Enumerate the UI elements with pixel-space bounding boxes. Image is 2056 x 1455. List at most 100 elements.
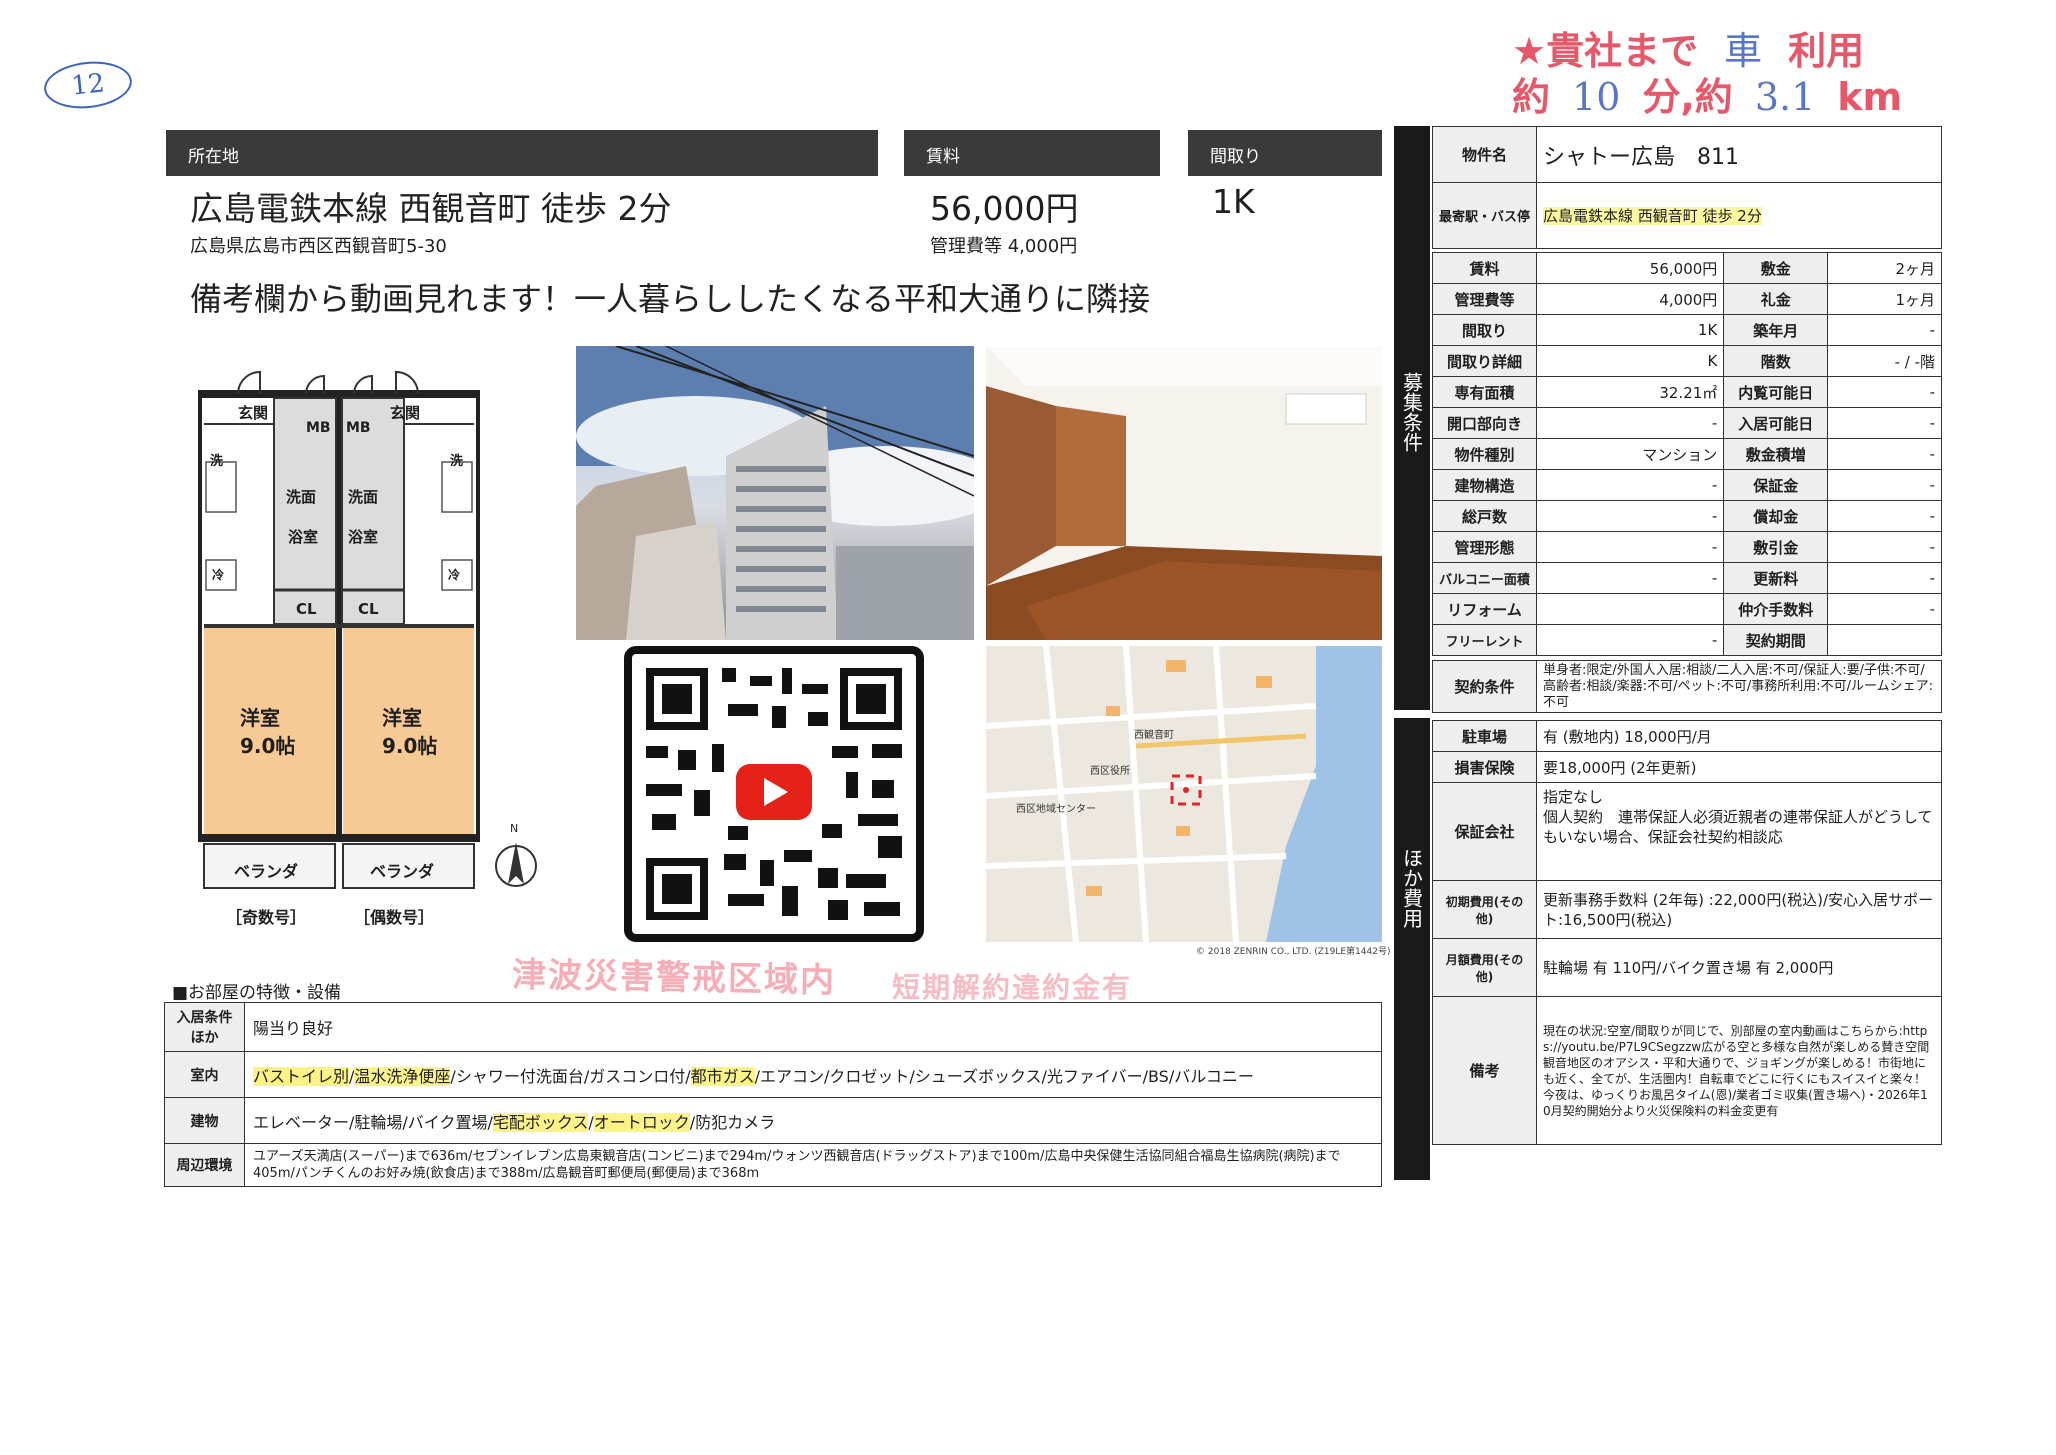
location-map[interactable]: 西区役所 西区地域センター 西観音町 [986, 646, 1382, 942]
feature-key: 建物 [164, 1097, 245, 1144]
initial-cost-value: 更新事務手数料 (2年毎) :22,000円(税込)/安心入居サポート:16,5… [1536, 880, 1942, 939]
condition-row: 総戸数 - 償却金 - [1432, 500, 1942, 532]
recruit-band-label: 募集条件 [1399, 372, 1424, 452]
condition-key-left: バルコニー面積 [1432, 562, 1537, 594]
condition-value-left: 4,000円 [1535, 283, 1725, 315]
north-label: N [510, 822, 519, 835]
feature-highlight: 温水洗浄便座 [354, 1066, 451, 1086]
even-unit-label: ［偶数号］ [354, 908, 435, 927]
condition-key-right: 敷金積増 [1723, 438, 1829, 470]
condition-value-right: - [1827, 562, 1942, 594]
map-copyright: © 2018 ZENRIN CO., LTD. (Z19LE第1442号) [1196, 947, 1391, 957]
tsunami-zone-stamp: 津波災害警戒区域内 [511, 955, 837, 1001]
condition-value-left: K [1535, 345, 1725, 377]
condition-value-right [1827, 624, 1942, 656]
feature-highlight: 宅配ボックス [492, 1112, 589, 1132]
distance-stamp: ★貴社まで 車 利用 約 10 分,約 3.1 km [1512, 28, 1952, 120]
feature-text: /シャワー付洗面台/ガスコンロ付/ [450, 1066, 691, 1086]
name-key: 物件名 [1432, 126, 1537, 183]
handwritten-page-number: 12 [41, 57, 135, 113]
condition-key-right: 築年月 [1723, 314, 1829, 346]
condition-value-right: 1ヶ月 [1827, 283, 1942, 315]
condition-value-right: - [1827, 500, 1942, 532]
condition-key-right: 償却金 [1723, 500, 1829, 532]
recruit-conditions-band: 募集条件 [1394, 126, 1430, 710]
condition-key-right: 敷金 [1723, 252, 1829, 284]
senmen-label-right: 洗面 [348, 488, 379, 506]
feature-text: エレベーター/駐輪場/バイク置場/ [253, 1112, 493, 1132]
floor-plan: 玄関 玄関 MB MB 洗 洗 洗面 洗面 浴室 浴室 冷 冷 CL CL 洋室… [194, 364, 484, 896]
washer-label-right: 洗 [450, 454, 464, 469]
feature-text: /エアコン/クロゼット/シューズボックス/光ファイバー/BS/バルコニー [754, 1066, 1254, 1086]
room-label-right: 洋室 [382, 706, 422, 730]
condition-row: 専有面積 32.21㎡ 内覧可能日 - [1432, 376, 1942, 408]
condition-value-left: - [1535, 531, 1725, 563]
condition-key-right: 更新料 [1723, 562, 1829, 594]
bath-label-right: 浴室 [348, 528, 379, 546]
closet-label-right: CL [358, 600, 379, 618]
condition-key-left: 総戸数 [1432, 500, 1537, 532]
insurance-value: 要18,000円 (2年更新) [1536, 751, 1942, 783]
feature-text: ユアーズ天満店(スーパー)まで636m/セブンイレブン広島東観音店(コンビニ)ま… [253, 1149, 1341, 1181]
condition-value-right: - [1827, 438, 1942, 470]
feature-text: /防犯カメラ [689, 1112, 776, 1132]
condition-row: 開口部向き - 入居可能日 - [1432, 407, 1942, 439]
feature-value: 陽当り良好 [244, 1002, 1382, 1052]
name-value: シャトー広島 811 [1536, 126, 1942, 183]
feature-value: エレベーター/駐輪場/バイク置場/宅配ボックス/オートロック/防犯カメラ [244, 1097, 1382, 1144]
condition-key-left: 間取り詳細 [1432, 345, 1537, 377]
contract-conditions-table: 契約条件 単身者:限定/外国人入居:相談/二人入居:不可/保証人:要/子供:不可… [1432, 660, 1942, 713]
room-interior-photo [986, 346, 1382, 640]
condition-key-right: 内覧可能日 [1723, 376, 1829, 408]
layout-label: 間取り [1210, 147, 1261, 167]
fridge-label-right: 冷 [448, 568, 461, 582]
guarantor-key: 保証会社 [1432, 782, 1537, 881]
room-label-left: 洋室 [240, 706, 280, 730]
map-label-station: 西観音町 [1134, 730, 1174, 741]
other-costs-table: 駐車場 有 (敷地内) 18,000円/月 損害保険 要18,000円 (2年更… [1432, 720, 1942, 1145]
location-header: 所在地 [166, 130, 878, 176]
headline: 備考欄から動画見れます！一人暮らししたくなる平和大通りに隣接 [190, 280, 1151, 318]
distance-stamp-line1: ★貴社まで [1512, 29, 1699, 73]
initial-cost-key: 初期費用(その他) [1432, 880, 1537, 939]
distance-stamp-km: 3.1 [1754, 75, 1816, 119]
feature-text: 陽当り良好 [253, 1019, 334, 1038]
genkan-label-right: 玄関 [390, 404, 421, 422]
remarks-key: 備考 [1432, 996, 1537, 1145]
condition-row: 建物構造 - 保証金 - [1432, 469, 1942, 501]
condition-value-right: - [1827, 407, 1942, 439]
insurance-key: 損害保険 [1432, 751, 1537, 783]
condition-value-right: - [1827, 376, 1942, 408]
guarantor-value: 指定なし 個人契約 連帯保証人必須近親者の連帯保証人がどうしてもいない場合、保証… [1536, 782, 1942, 881]
video-qr-code[interactable] [624, 646, 924, 942]
access-text: 広島電鉄本線 西観音町 徒歩 2分 [190, 189, 672, 228]
condition-value-left: - [1535, 469, 1725, 501]
feature-row: 周辺環境 ユアーズ天満店(スーパー)まで636m/セブンイレブン広島東観音店(コン… [164, 1143, 1382, 1187]
monthly-cost-key: 月額費用(その他) [1432, 938, 1537, 997]
rent-value: 56,000円 [930, 189, 1079, 228]
room-size-right: 9.0帖 [382, 734, 438, 758]
feature-text: / [588, 1112, 594, 1132]
condition-key-left: 専有面積 [1432, 376, 1537, 408]
floor-plan-drawing [194, 370, 484, 889]
parking-value: 有 (敷地内) 18,000円/月 [1536, 720, 1942, 752]
condition-key-left: 開口部向き [1432, 407, 1537, 439]
condition-key-right: 保証金 [1723, 469, 1829, 501]
feature-row: 建物 エレベーター/駐輪場/バイク置場/宅配ボックス/オートロック/防犯カメラ [164, 1097, 1382, 1144]
station-key: 最寄駅・バス停 [1432, 182, 1537, 249]
distance-stamp-use: 利用 [1788, 29, 1865, 73]
mb-label-left: MB [306, 420, 331, 436]
condition-value-left [1535, 593, 1725, 625]
feature-highlight: オートロック [593, 1112, 690, 1132]
monthly-cost-value: 駐輪場 有 110円/バイク置き場 有 2,000円 [1536, 938, 1942, 997]
condition-row: 管理費等 4,000円 礼金 1ヶ月 [1432, 283, 1942, 315]
contract-value: 単身者:限定/外国人入居:相談/二人入居:不可/保証人:要/子供:不可/高齢者:… [1536, 660, 1942, 713]
condition-row: バルコニー面積 - 更新料 - [1432, 562, 1942, 594]
early-cancel-penalty-stamp: 短期解約違約金有 [892, 971, 1133, 1004]
condition-value-left: - [1535, 407, 1725, 439]
layout-header: 間取り [1188, 130, 1382, 176]
map-label-center: 西区地域センター [1016, 804, 1096, 815]
rent-label: 賃料 [926, 147, 960, 167]
condition-key-left: リフォーム [1432, 593, 1537, 625]
distance-stamp-minutes: 10 [1572, 75, 1621, 119]
